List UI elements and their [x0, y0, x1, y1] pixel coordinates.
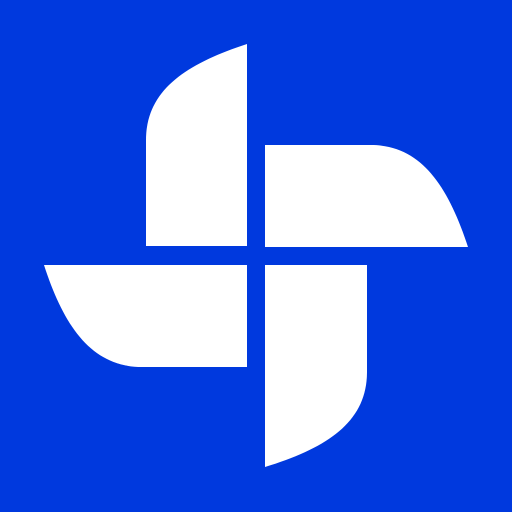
icon-background: [0, 0, 512, 512]
pinwheel-logo-icon: [0, 0, 512, 512]
app-icon: [0, 0, 512, 512]
